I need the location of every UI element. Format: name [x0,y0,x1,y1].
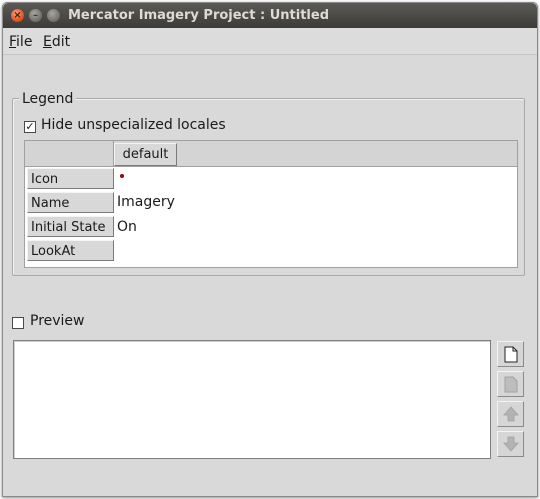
menu-file[interactable]: File [9,34,32,50]
document-icon [504,376,517,392]
hide-unspecialized-checkbox[interactable]: ✓ [24,121,36,133]
close-icon[interactable]: × [11,9,24,22]
move-up-button[interactable] [497,401,524,427]
minimize-icon[interactable]: – [29,9,42,22]
title-bar[interactable]: × – Mercator Imagery Project : Untitled [3,3,537,28]
menu-file-mnemonic: F [9,34,17,50]
menu-edit[interactable]: Edit [43,34,70,50]
preview-area[interactable] [13,340,491,459]
row-header-lookat[interactable]: LookAt [27,240,114,261]
menu-edit-mnemonic: E [43,34,52,50]
arrow-up-icon [502,406,519,422]
window-title: Mercator Imagery Project : Untitled [68,8,330,23]
cell-icon-value[interactable] [117,166,124,191]
menu-bar: File Edit [3,28,537,55]
hide-unspecialized-label[interactable]: Hide unspecialized locales [41,117,226,133]
maximize-icon[interactable] [47,9,60,22]
cell-name-value[interactable]: Imagery [117,190,175,215]
row-header-initial-state[interactable]: Initial State [27,216,114,237]
legend-table: default Icon Name Imagery Initial State … [24,140,518,268]
app-window: × – Mercator Imagery Project : Untitled … [2,2,538,497]
preview-checkbox[interactable] [12,317,24,329]
row-header-name[interactable]: Name [27,192,114,213]
placemark-icon [120,174,124,178]
new-document-icon [504,346,517,362]
column-header-default[interactable]: default [114,143,177,166]
cell-initial-state-value[interactable]: On [117,215,137,240]
document-button[interactable] [497,371,524,397]
menu-file-label: ile [16,34,33,50]
menu-edit-label: dit [51,34,71,50]
move-down-button[interactable] [497,431,524,457]
row-header-icon[interactable]: Icon [27,168,114,189]
table-corner [25,141,114,167]
legend-title: Legend [19,91,77,107]
preview-label[interactable]: Preview [30,313,85,329]
arrow-down-icon [502,436,519,452]
new-button[interactable] [497,341,524,367]
